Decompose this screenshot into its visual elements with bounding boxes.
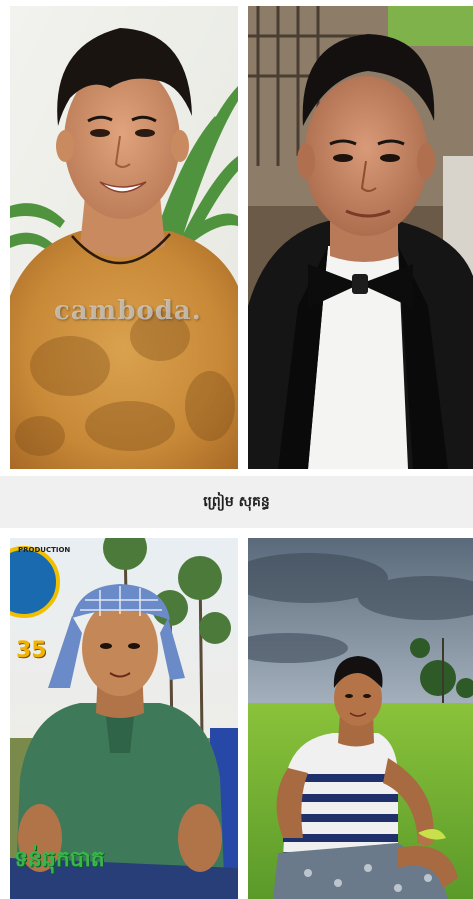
man-in-tuxedo-image <box>248 6 473 469</box>
photo-collage: camboda. ព្រៀម សុគន្ធ PRODUCTION 35 ទន់ឆ… <box>0 0 473 899</box>
poster-number: 35 <box>16 638 47 663</box>
watermark-text: camboda. <box>54 296 202 326</box>
caption-bar: ព្រៀម សុគន្ធ <box>0 476 473 528</box>
man-in-rice-field-image <box>248 538 473 899</box>
photo-bottom-right <box>248 538 473 899</box>
photo-top-right <box>248 6 473 469</box>
young-man-portrait-image <box>10 6 238 469</box>
photo-bottom-left: PRODUCTION 35 ទន់ឆុកបាត <box>10 538 238 899</box>
poster-title: ទន់ឆុកបាត <box>14 847 105 872</box>
caption-text: ព្រៀម សុគន្ធ <box>203 493 270 510</box>
photo-top-left: camboda. <box>10 6 238 469</box>
poster-logo-text: PRODUCTION <box>18 546 71 554</box>
